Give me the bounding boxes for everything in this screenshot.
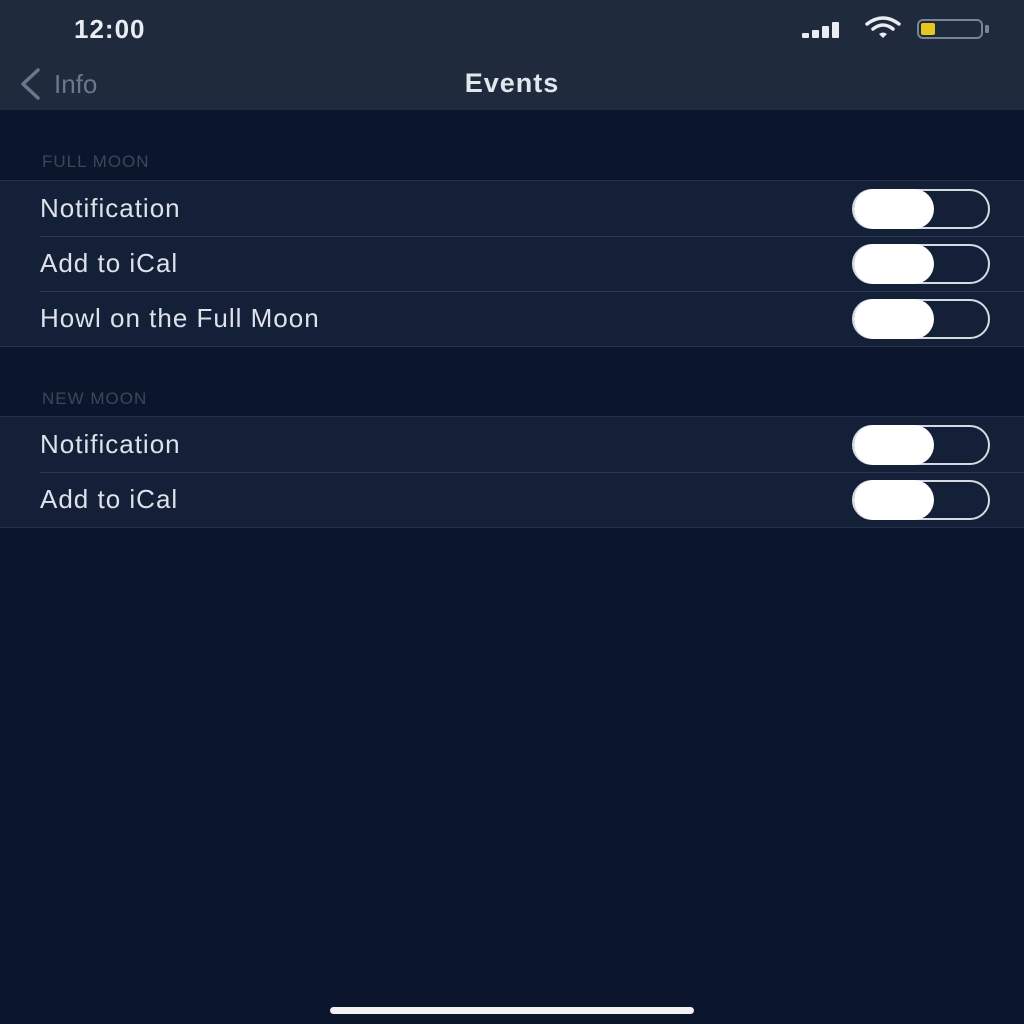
header: 12:00 Info Events <box>0 0 1024 110</box>
section-header-new-moon: NEW MOON <box>42 389 148 408</box>
full-moon-howl-toggle[interactable] <box>852 299 990 339</box>
toggle-knob <box>854 189 934 229</box>
row-label: Add to iCal <box>40 248 179 278</box>
toggle-knob <box>854 480 934 520</box>
row-full-moon-add-to-ical: Add to iCal <box>0 236 1024 291</box>
events-screen: 12:00 Info Events FULL MOON Notification… <box>0 0 1024 1024</box>
page-title: Events <box>464 68 560 98</box>
new-moon-notification-toggle[interactable] <box>852 425 990 465</box>
row-label: Notification <box>40 429 181 459</box>
section-full-moon: Notification Add to iCal Howl on the Ful… <box>0 180 1024 347</box>
full-moon-notification-toggle[interactable] <box>852 189 990 229</box>
row-full-moon-howl: Howl on the Full Moon <box>0 291 1024 346</box>
signal-icon <box>802 22 839 38</box>
row-full-moon-notification: Notification <box>0 181 1024 236</box>
home-indicator <box>330 1007 694 1014</box>
section-header-full-moon: FULL MOON <box>42 152 150 171</box>
nav-bar: Info Events <box>0 58 1024 110</box>
section-new-moon: Notification Add to iCal <box>0 416 1024 528</box>
toggle-knob <box>854 244 934 284</box>
full-moon-add-to-ical-toggle[interactable] <box>852 244 990 284</box>
status-bar: 12:00 <box>0 0 1024 58</box>
row-label: Notification <box>40 193 181 223</box>
row-label: Add to iCal <box>40 484 179 514</box>
row-new-moon-notification: Notification <box>0 417 1024 472</box>
row-new-moon-add-to-ical: Add to iCal <box>0 472 1024 527</box>
new-moon-add-to-ical-toggle[interactable] <box>852 480 990 520</box>
toggle-knob <box>854 299 934 339</box>
status-time: 12:00 <box>74 14 146 44</box>
wifi-icon <box>865 16 901 38</box>
row-label: Howl on the Full Moon <box>40 303 320 333</box>
battery-icon <box>917 19 989 39</box>
toggle-knob <box>854 425 934 465</box>
